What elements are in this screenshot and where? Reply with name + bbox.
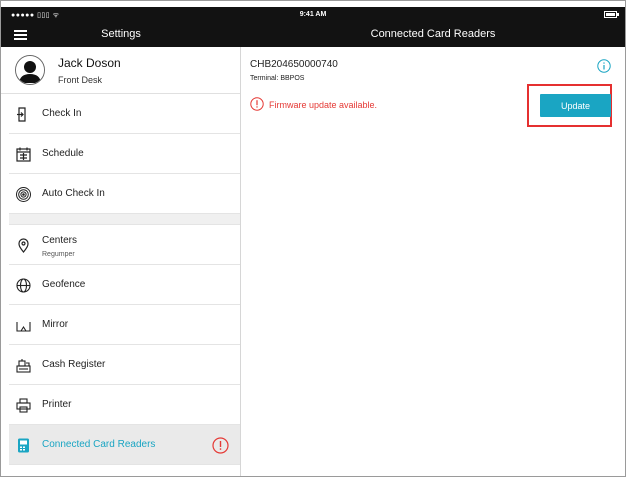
status-bar: ●●●●● ▯▯▯ ᯤ 9:41 AM xyxy=(1,7,625,23)
sidebar-item-label: Schedule xyxy=(42,148,84,159)
sidebar-item-mirror[interactable]: Mirror xyxy=(9,305,240,345)
check-in-icon xyxy=(15,106,32,123)
sidebar-item-auto-check-in[interactable]: Auto Check In xyxy=(9,174,240,214)
sidebar-item-label: Cash Register xyxy=(42,359,106,370)
fingerprint-icon xyxy=(15,186,32,203)
update-button[interactable]: Update xyxy=(540,94,611,117)
calendar-icon xyxy=(15,146,32,163)
sidebar-item-geofence[interactable]: Geofence xyxy=(9,265,240,305)
sidebar-item-cash-register[interactable]: Cash Register xyxy=(9,345,240,385)
location-pin-icon xyxy=(15,237,32,254)
section-divider xyxy=(9,214,240,225)
alert-icon xyxy=(212,437,229,454)
page-title: Connected Card Readers xyxy=(370,28,496,40)
globe-icon xyxy=(15,277,32,294)
battery-icon xyxy=(604,11,619,18)
sidebar-item-schedule[interactable]: Schedule xyxy=(9,134,240,174)
sidebar-item-printer[interactable]: Printer xyxy=(9,385,240,425)
user-profile[interactable]: Jack Doson Front Desk xyxy=(1,47,240,94)
sidebar-item-check-in[interactable]: Check In xyxy=(9,94,240,134)
reader-serial-number: CHB204650000740 xyxy=(250,59,338,70)
avatar xyxy=(15,55,45,85)
user-name: Jack Doson xyxy=(58,56,121,70)
app-window: ●●●●● ▯▯▯ ᯤ 9:41 AM Settings Connected C… xyxy=(0,0,626,477)
printer-icon xyxy=(15,397,32,414)
settings-title: Settings xyxy=(101,28,141,40)
sidebar-item-label: Connected Card Readers xyxy=(42,439,156,450)
warning-icon xyxy=(250,97,264,111)
sidebar-item-label: Auto Check In xyxy=(42,188,105,199)
sidebar-item-label: Check In xyxy=(42,108,82,119)
sidebar-item-label: Printer xyxy=(42,399,72,410)
sidebar-item-label: Geofence xyxy=(42,279,86,290)
sidebar-item-label: Centers xyxy=(42,235,78,246)
reader-terminal: Terminal: BBPOS xyxy=(250,75,305,82)
user-role: Front Desk xyxy=(58,75,103,85)
navigation-bar: Settings Connected Card Readers xyxy=(1,23,625,47)
sidebar-item-label: Mirror xyxy=(42,319,69,330)
settings-sidebar: Jack Doson Front Desk Check In Schedule xyxy=(1,47,241,476)
card-reader-panel: CHB204650000740 Terminal: BBPOS Firmware… xyxy=(241,47,625,476)
cash-register-icon xyxy=(15,357,32,374)
sidebar-item-sublabel: Regumper xyxy=(42,251,75,258)
status-time: 9:41 AM xyxy=(299,11,327,18)
card-reader-icon xyxy=(15,437,32,454)
firmware-update-message: Firmware update available. xyxy=(269,100,378,110)
mirror-icon xyxy=(15,317,32,334)
sidebar-item-centers[interactable]: Centers Regumper xyxy=(9,225,240,265)
info-icon[interactable] xyxy=(597,59,611,73)
sidebar-item-connected-card-readers[interactable]: Connected Card Readers xyxy=(9,425,240,465)
